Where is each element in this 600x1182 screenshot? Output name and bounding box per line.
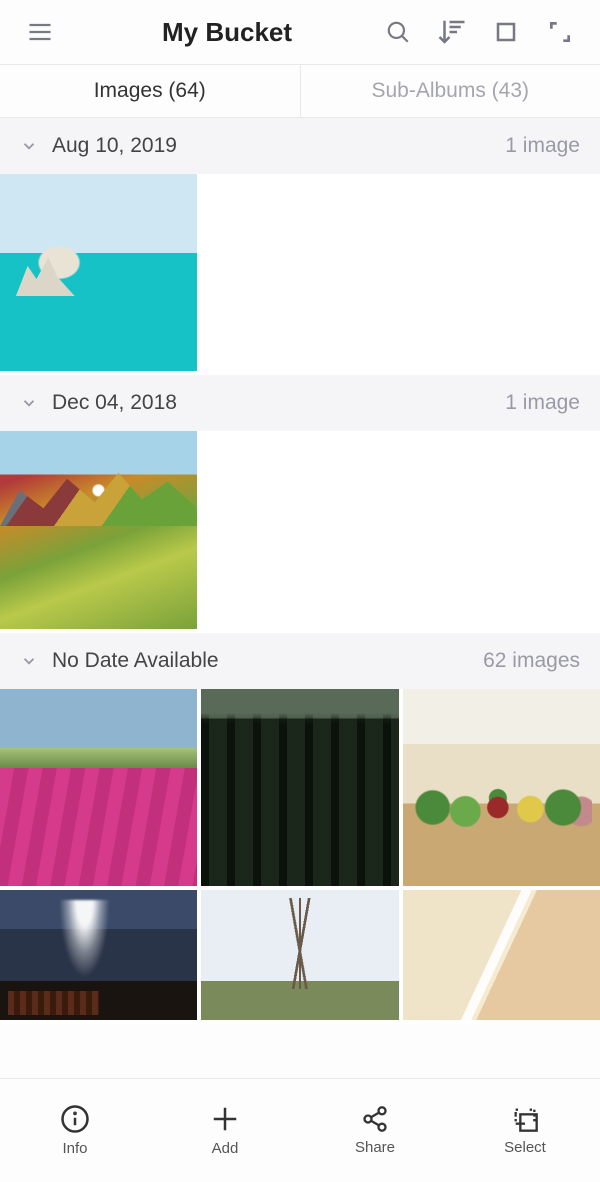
select-button[interactable]: Select	[450, 1079, 600, 1182]
section-date: No Date Available	[52, 649, 219, 673]
sort-icon	[437, 17, 467, 47]
plus-icon	[210, 1104, 240, 1134]
chevron-down-icon	[20, 652, 38, 670]
sort-button[interactable]	[430, 10, 474, 54]
add-button[interactable]: Add	[150, 1079, 300, 1182]
tab-subalbums-label: Sub-Albums (43)	[371, 79, 529, 103]
toolbar-label: Info	[62, 1140, 87, 1157]
menu-button[interactable]	[18, 10, 62, 54]
share-icon	[361, 1105, 389, 1133]
toolbar-label: Select	[504, 1139, 546, 1156]
image-thumbnail[interactable]	[403, 689, 600, 886]
chevron-down-icon	[20, 137, 38, 155]
section-header[interactable]: Dec 04, 2018 1 image	[0, 375, 600, 431]
fullscreen-button[interactable]	[538, 10, 582, 54]
section-count: 62 images	[483, 649, 580, 673]
toolbar-label: Share	[355, 1139, 395, 1156]
info-button[interactable]: Info	[0, 1079, 150, 1182]
image-thumbnail[interactable]	[0, 174, 197, 371]
tab-bar: Images (64) Sub-Albums (43)	[0, 64, 600, 118]
top-bar: My Bucket	[0, 0, 600, 64]
info-icon	[60, 1104, 90, 1134]
image-grid	[0, 890, 600, 1024]
select-icon	[511, 1105, 539, 1133]
tab-images[interactable]: Images (64)	[0, 65, 300, 117]
image-thumbnail[interactable]	[403, 890, 600, 1020]
section-count: 1 image	[505, 391, 580, 415]
image-thumbnail[interactable]	[201, 689, 398, 886]
view-grid-button[interactable]	[484, 10, 528, 54]
image-thumbnail[interactable]	[0, 689, 197, 886]
tab-subalbums[interactable]: Sub-Albums (43)	[300, 65, 600, 117]
image-grid	[0, 689, 600, 890]
square-icon	[494, 20, 518, 44]
empty-cell	[403, 174, 600, 371]
bottom-toolbar: Info Add Share Select	[0, 1078, 600, 1182]
section-header[interactable]: No Date Available 62 images	[0, 633, 600, 689]
image-grid	[0, 431, 600, 632]
image-grid	[0, 174, 600, 375]
tab-images-label: Images (64)	[94, 79, 206, 103]
empty-cell	[403, 431, 600, 628]
image-thumbnail[interactable]	[0, 890, 197, 1020]
image-thumbnail[interactable]	[0, 431, 197, 628]
section-date: Dec 04, 2018	[52, 391, 177, 415]
empty-cell	[201, 431, 398, 628]
section-count: 1 image	[505, 134, 580, 158]
section-date: Aug 10, 2019	[52, 134, 177, 158]
section-header[interactable]: Aug 10, 2019 1 image	[0, 118, 600, 174]
search-button[interactable]	[376, 10, 420, 54]
page-title: My Bucket	[162, 17, 292, 48]
toolbar-label: Add	[212, 1140, 239, 1157]
content-scroll[interactable]: Aug 10, 2019 1 image Dec 04, 2018 1 imag…	[0, 118, 600, 1078]
empty-cell	[201, 174, 398, 371]
expand-icon	[547, 19, 573, 45]
share-button[interactable]: Share	[300, 1079, 450, 1182]
search-icon	[385, 19, 411, 45]
hamburger-icon	[26, 18, 54, 46]
image-thumbnail[interactable]	[201, 890, 398, 1020]
chevron-down-icon	[20, 394, 38, 412]
